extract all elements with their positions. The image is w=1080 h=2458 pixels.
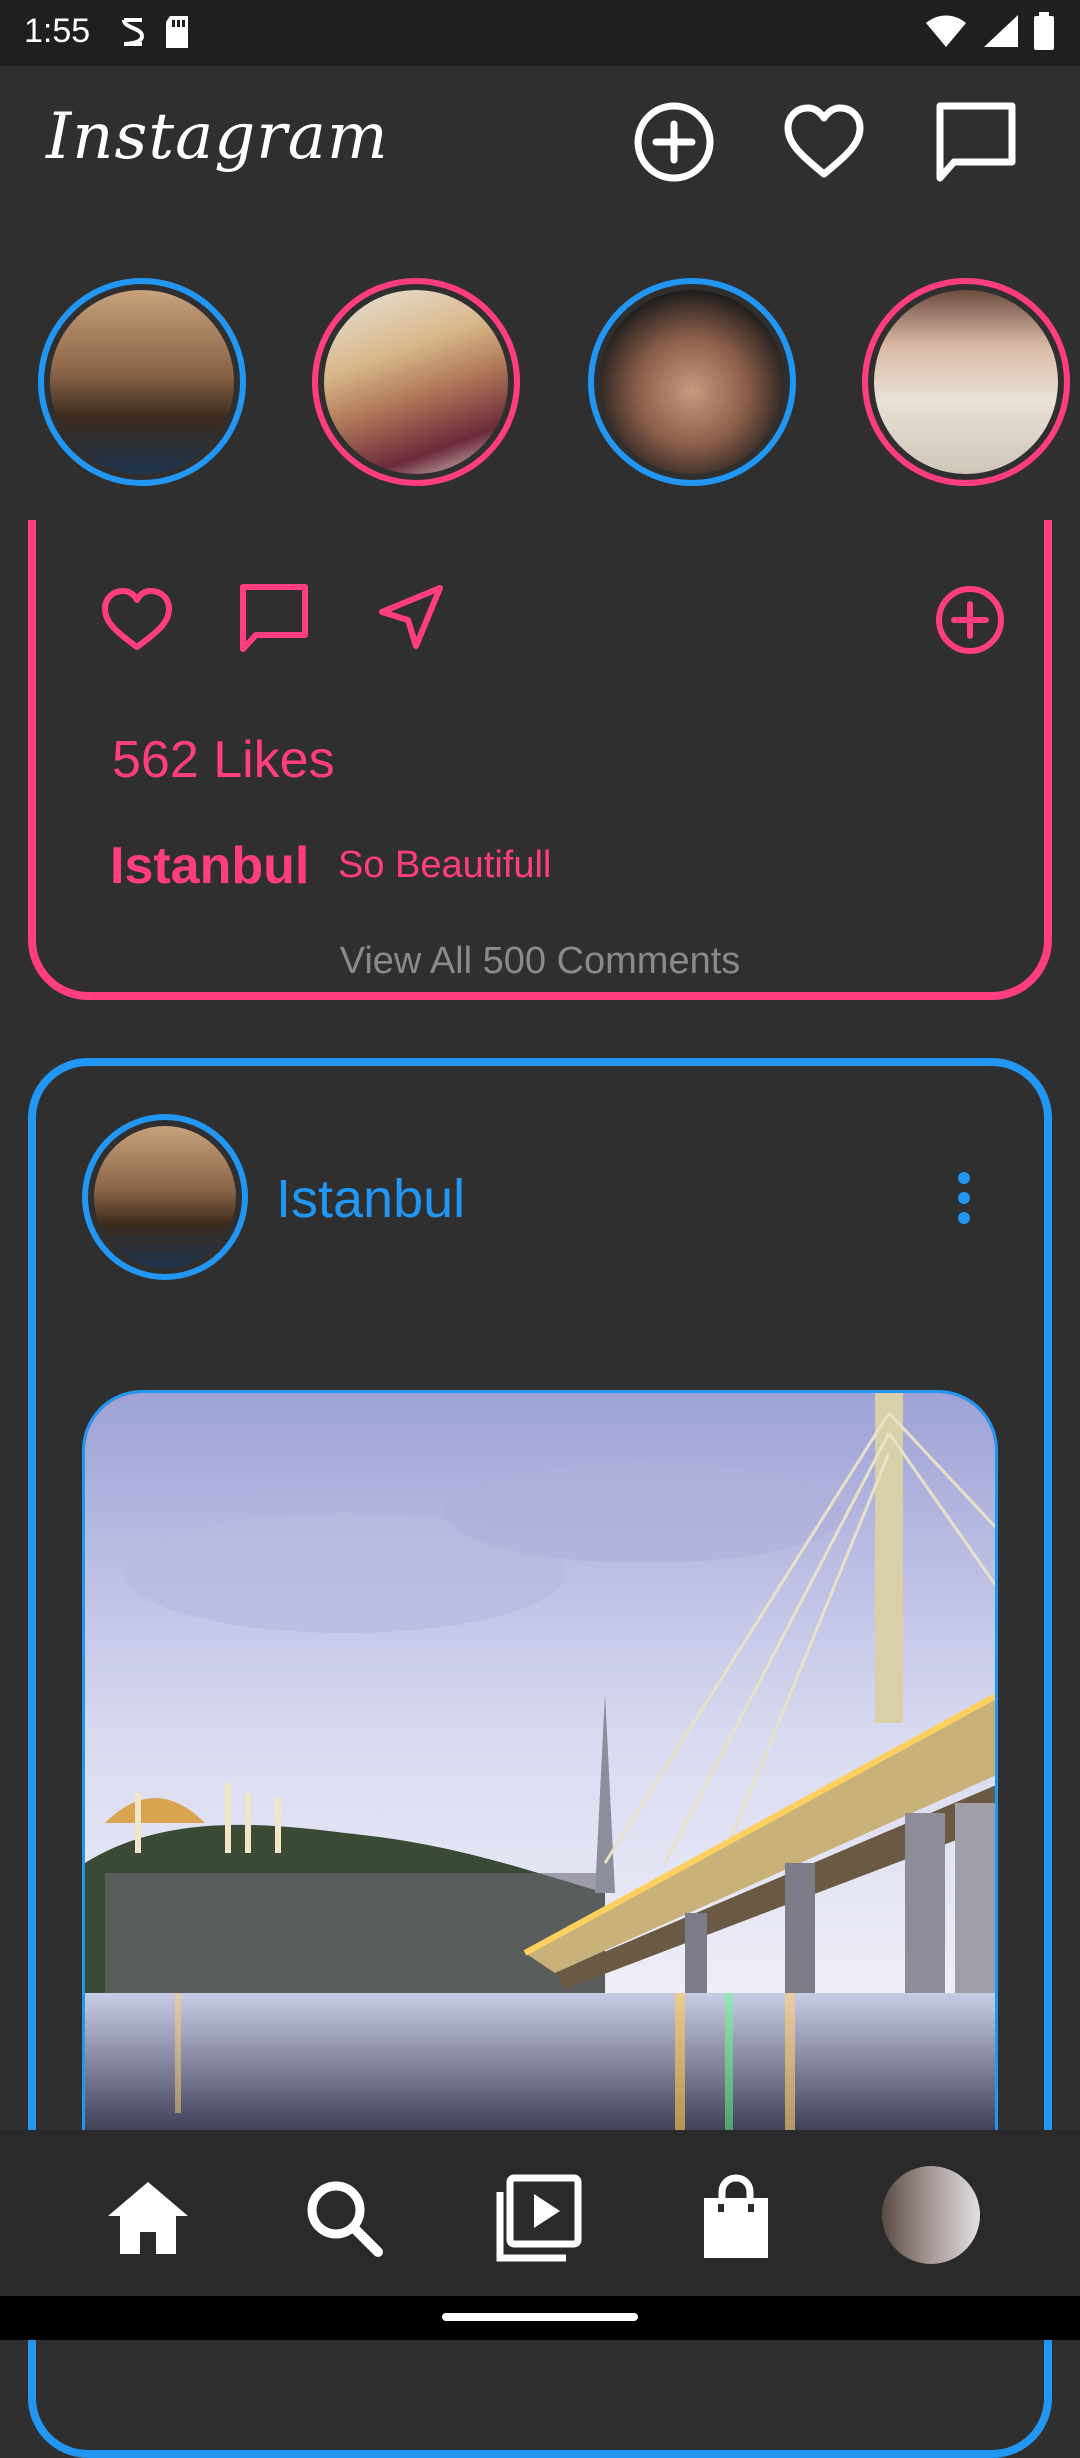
stories-row bbox=[0, 272, 1080, 502]
add-post-icon[interactable] bbox=[632, 100, 716, 184]
bottom-nav bbox=[0, 2130, 1080, 2296]
accessibility-icon bbox=[122, 18, 145, 46]
caption-username[interactable]: Istanbul bbox=[110, 836, 309, 896]
app-logo: Instagram bbox=[46, 100, 389, 174]
story-avatar-1[interactable] bbox=[38, 278, 246, 486]
istanbul-bridge-image bbox=[85, 1393, 995, 2147]
story-avatar-4[interactable] bbox=[862, 278, 1070, 486]
view-comments-link[interactable]: View All 500 Comments bbox=[0, 940, 1080, 983]
profile-avatar[interactable] bbox=[882, 2166, 980, 2264]
like-icon[interactable] bbox=[100, 585, 174, 653]
likes-count: 562 Likes bbox=[112, 731, 335, 789]
gesture-handle[interactable] bbox=[442, 2313, 638, 2321]
shop-icon[interactable] bbox=[688, 2170, 784, 2266]
sd-card-icon bbox=[166, 16, 188, 48]
search-icon[interactable] bbox=[296, 2170, 392, 2266]
status-time: 1:55 bbox=[24, 12, 91, 50]
comment-icon[interactable] bbox=[238, 582, 310, 654]
reels-icon[interactable] bbox=[492, 2170, 588, 2266]
post-author-avatar[interactable] bbox=[82, 1114, 248, 1280]
caption-text: So Beautifull bbox=[338, 844, 552, 886]
signal-icon bbox=[984, 15, 1018, 47]
share-icon[interactable] bbox=[378, 584, 444, 650]
heart-icon[interactable] bbox=[782, 100, 866, 184]
wifi-icon bbox=[926, 15, 966, 47]
post-author-name[interactable]: Istanbul bbox=[276, 1168, 465, 1230]
home-icon[interactable] bbox=[100, 2170, 196, 2266]
story-avatar-2[interactable] bbox=[312, 278, 520, 486]
post-image[interactable] bbox=[82, 1390, 998, 2150]
status-bar: 1:55 bbox=[0, 0, 1080, 66]
save-add-icon[interactable] bbox=[934, 584, 1006, 656]
story-avatar-3[interactable] bbox=[588, 278, 796, 486]
more-options-icon[interactable] bbox=[944, 1170, 984, 1226]
battery-icon bbox=[1034, 12, 1054, 50]
message-icon[interactable] bbox=[934, 100, 1018, 184]
